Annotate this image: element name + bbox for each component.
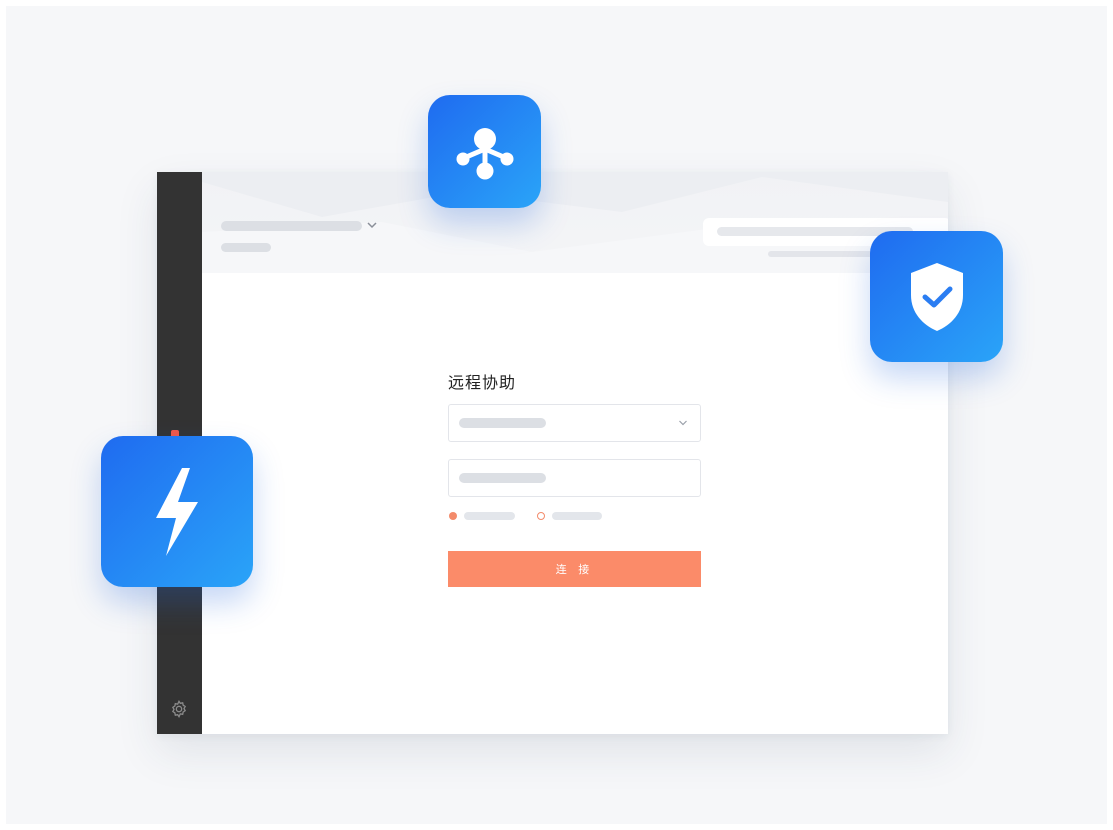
select-value-placeholder bbox=[459, 418, 546, 428]
gear-icon[interactable] bbox=[169, 699, 189, 719]
device-id-placeholder bbox=[221, 243, 271, 252]
page-title: 远程协助 bbox=[448, 373, 517, 392]
security-tile bbox=[870, 231, 1003, 362]
radio-option-2[interactable] bbox=[537, 512, 545, 520]
chevron-down-icon[interactable] bbox=[366, 220, 378, 230]
device-select[interactable] bbox=[448, 404, 701, 442]
code-input[interactable] bbox=[448, 459, 701, 497]
radio-label-placeholder-1 bbox=[464, 512, 515, 520]
shield-check-icon bbox=[910, 262, 963, 331]
chevron-down-icon bbox=[679, 420, 687, 426]
network-tile bbox=[428, 95, 541, 208]
radio-label-placeholder-2 bbox=[552, 512, 602, 520]
radio-option-1[interactable] bbox=[449, 512, 457, 520]
window-header bbox=[202, 172, 948, 273]
input-value-placeholder bbox=[459, 473, 546, 483]
lightning-bolt-icon bbox=[156, 467, 198, 556]
device-name-placeholder[interactable] bbox=[221, 221, 362, 231]
connect-button[interactable]: 连 接 bbox=[448, 551, 701, 587]
app-window: 远程协助 连 接 bbox=[157, 172, 948, 734]
network-nodes-icon bbox=[456, 127, 513, 179]
speed-tile bbox=[101, 436, 253, 587]
